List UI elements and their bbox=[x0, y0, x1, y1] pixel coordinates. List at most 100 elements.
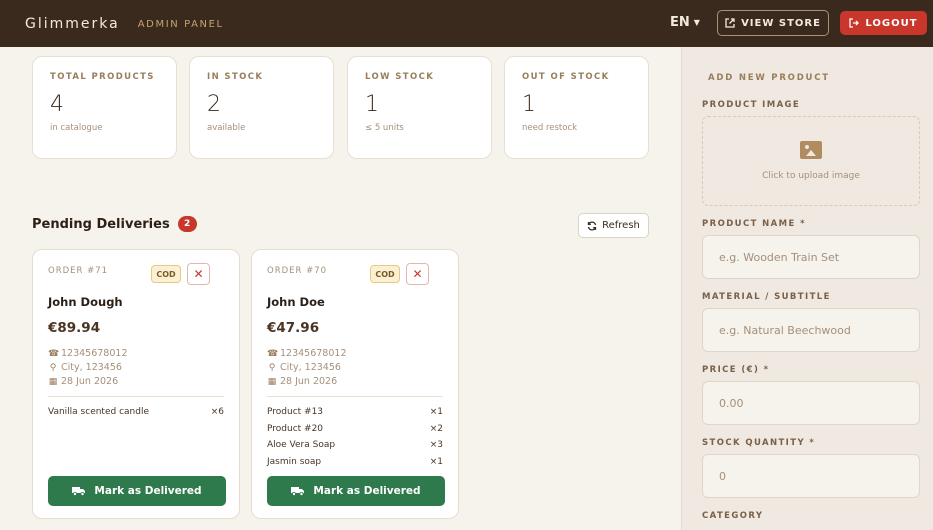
logout-button[interactable]: LOGOUT bbox=[840, 11, 927, 35]
phone-icon: ☎ bbox=[48, 348, 60, 359]
pending-deliveries-heading: Pending Deliveries 2 bbox=[32, 216, 197, 232]
add-product-title: ADD NEW PRODUCT bbox=[708, 73, 830, 83]
product-name-input[interactable]: e.g. Wooden Train Set bbox=[702, 235, 920, 279]
refresh-icon bbox=[587, 220, 597, 231]
upload-text: Click to upload image bbox=[762, 171, 860, 181]
item-name: Jasmin soap bbox=[267, 457, 322, 467]
language-label: EN bbox=[670, 15, 690, 30]
stock-quantity-label: STOCK QUANTITY * bbox=[702, 438, 816, 448]
stat-label: LOW STOCK bbox=[365, 72, 435, 82]
stock-quantity-input[interactable]: 0 bbox=[702, 454, 920, 498]
order-date: ▦ 28 Jun 2026 bbox=[48, 376, 118, 387]
stat-label: TOTAL PRODUCTS bbox=[50, 72, 155, 82]
image-icon bbox=[800, 141, 822, 159]
stat-sub: ≤ 5 units bbox=[365, 123, 404, 133]
stat-sub: available bbox=[207, 123, 246, 133]
order-id: ORDER #70 bbox=[267, 266, 328, 276]
add-product-panel: ADD NEW PRODUCT PRODUCT IMAGE Click to u… bbox=[681, 47, 933, 530]
close-icon: ✕ bbox=[193, 267, 204, 281]
phone-text: 12345678012 bbox=[280, 348, 347, 359]
item-qty: ×2 bbox=[429, 424, 443, 434]
cod-badge: COD bbox=[370, 265, 400, 283]
material-input[interactable]: e.g. Natural Beechwood bbox=[702, 308, 920, 352]
refresh-label: Refresh bbox=[602, 220, 640, 231]
external-link-icon bbox=[725, 18, 735, 28]
logout-label: LOGOUT bbox=[865, 17, 918, 29]
customer-name: John Dough bbox=[48, 295, 123, 309]
truck-icon bbox=[291, 487, 305, 496]
order-phone: ☎ 12345678012 bbox=[48, 348, 128, 359]
product-name-label: PRODUCT NAME * bbox=[702, 219, 806, 229]
item-name: Product #20 bbox=[267, 424, 324, 434]
category-label: CATEGORY bbox=[702, 511, 764, 521]
close-icon: ✕ bbox=[412, 267, 423, 281]
address-text: City, 123456 bbox=[280, 362, 341, 373]
item-qty: ×1 bbox=[429, 407, 443, 417]
pending-deliveries-title: Pending Deliveries bbox=[32, 216, 170, 232]
item-qty: ×3 bbox=[429, 440, 443, 450]
calendar-icon: ▦ bbox=[48, 376, 58, 387]
item-name: Aloe Vera Soap bbox=[267, 440, 336, 450]
phone-icon: ☎ bbox=[267, 348, 279, 359]
mark-delivered-button[interactable]: Mark as Delivered bbox=[48, 476, 226, 506]
cod-badge: COD bbox=[151, 265, 181, 283]
material-label: MATERIAL / SUBTITLE bbox=[702, 292, 831, 302]
stat-sub: in catalogue bbox=[50, 123, 103, 133]
list-item: Jasmin soap ×1 bbox=[267, 457, 443, 467]
product-image-label: PRODUCT IMAGE bbox=[702, 100, 801, 110]
date-text: 28 Jun 2026 bbox=[61, 376, 119, 387]
item-qty: ×6 bbox=[210, 407, 224, 417]
item-name: Product #13 bbox=[267, 407, 324, 417]
customer-name: John Doe bbox=[267, 295, 325, 309]
stat-label: OUT OF STOCK bbox=[522, 72, 610, 82]
location-pin-icon: ⚲ bbox=[268, 362, 276, 373]
location-pin-icon: ⚲ bbox=[49, 362, 57, 373]
cancel-order-button[interactable]: ✕ bbox=[406, 263, 429, 285]
mark-delivered-label: Mark as Delivered bbox=[94, 485, 202, 497]
view-store-label: VIEW STORE bbox=[741, 17, 821, 29]
truck-icon bbox=[72, 487, 86, 496]
image-upload-dropzone[interactable]: Click to upload image bbox=[702, 116, 920, 206]
stat-value: 1 bbox=[522, 92, 536, 117]
cancel-order-button[interactable]: ✕ bbox=[187, 263, 210, 285]
address-text: City, 123456 bbox=[61, 362, 122, 373]
mark-delivered-button[interactable]: Mark as Delivered bbox=[267, 476, 445, 506]
price-input[interactable]: 0.00 bbox=[702, 381, 920, 425]
top-header: Glimmerka ADMIN PANEL EN ▼ VIEW STORE LO… bbox=[0, 0, 933, 47]
stat-card-low-stock: LOW STOCK 1 ≤ 5 units bbox=[347, 56, 492, 159]
divider bbox=[267, 396, 443, 397]
order-date: ▦ 28 Jun 2026 bbox=[267, 376, 337, 387]
order-phone: ☎ 12345678012 bbox=[267, 348, 347, 359]
mark-delivered-label: Mark as Delivered bbox=[313, 485, 421, 497]
order-card: ORDER #70 COD ✕ John Doe €47.96 ☎ 1234567… bbox=[251, 249, 459, 519]
order-address: ⚲ City, 123456 bbox=[267, 362, 341, 373]
price-label: PRICE (€) * bbox=[702, 365, 770, 375]
list-item: Product #13 ×1 bbox=[267, 407, 443, 417]
list-item: Product #20 ×2 bbox=[267, 424, 443, 434]
refresh-button[interactable]: Refresh bbox=[578, 213, 649, 238]
divider bbox=[48, 396, 224, 397]
order-id: ORDER #71 bbox=[48, 266, 109, 276]
phone-text: 12345678012 bbox=[61, 348, 128, 359]
stat-label: IN STOCK bbox=[207, 72, 264, 82]
language-selector[interactable]: EN ▼ bbox=[670, 15, 700, 30]
stat-sub: need restock bbox=[522, 123, 578, 133]
logout-icon bbox=[849, 18, 860, 28]
stat-value: 2 bbox=[207, 92, 221, 117]
list-item: Aloe Vera Soap ×3 bbox=[267, 440, 443, 450]
stat-card-total-products: TOTAL PRODUCTS 4 in catalogue bbox=[32, 56, 177, 159]
order-card: ORDER #71 COD ✕ John Dough €89.94 ☎ 12345… bbox=[32, 249, 240, 519]
calendar-icon: ▦ bbox=[267, 376, 277, 387]
stat-value: 1 bbox=[365, 92, 379, 117]
brand-logo[interactable]: Glimmerka bbox=[25, 16, 120, 32]
order-address: ⚲ City, 123456 bbox=[48, 362, 122, 373]
order-amount: €89.94 bbox=[48, 320, 101, 336]
chevron-down-icon: ▼ bbox=[693, 18, 700, 27]
view-store-button[interactable]: VIEW STORE bbox=[717, 10, 829, 36]
order-amount: €47.96 bbox=[267, 320, 320, 336]
item-qty: ×1 bbox=[429, 457, 443, 467]
date-text: 28 Jun 2026 bbox=[280, 376, 338, 387]
stat-card-in-stock: IN STOCK 2 available bbox=[189, 56, 334, 159]
stat-value: 4 bbox=[50, 92, 64, 117]
admin-panel-label: ADMIN PANEL bbox=[137, 19, 224, 30]
